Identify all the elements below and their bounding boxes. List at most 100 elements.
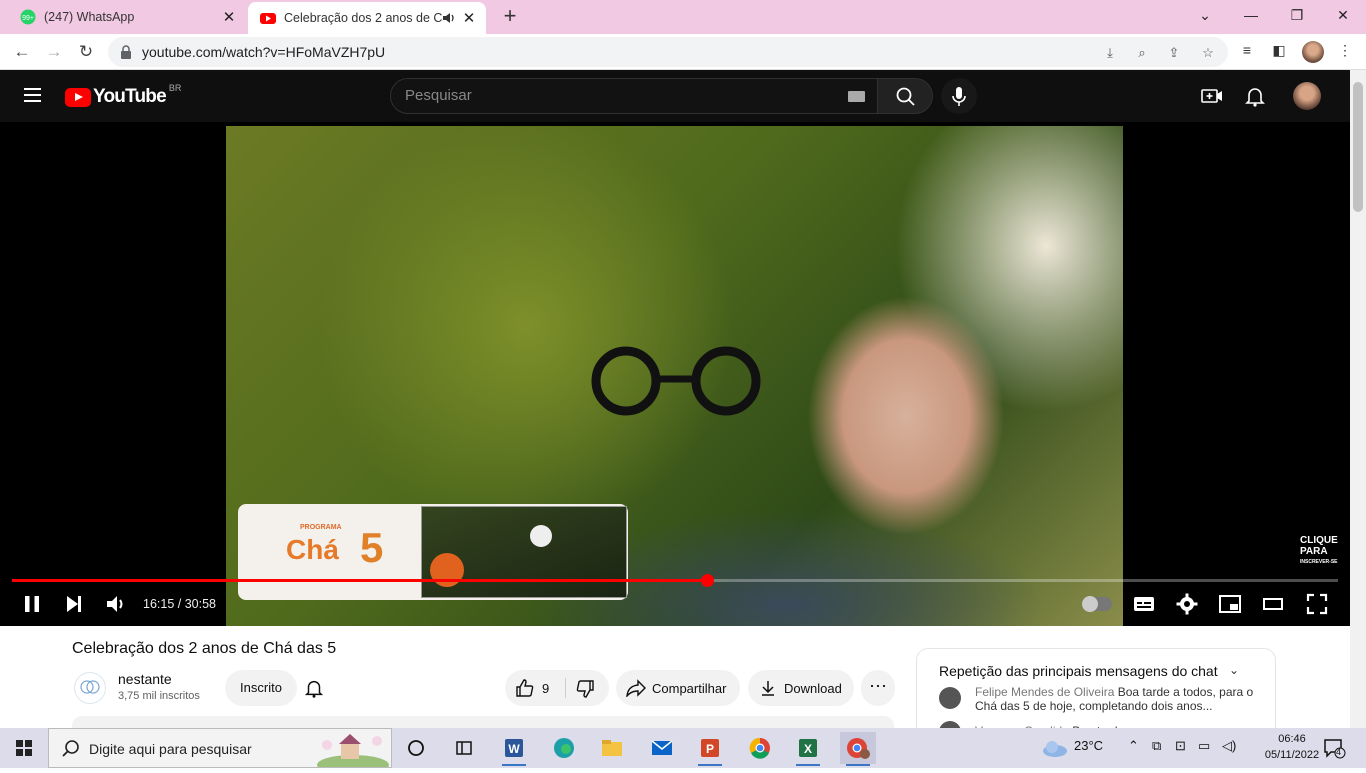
battery-icon[interactable]: ▭ (1198, 738, 1210, 754)
chrome-profile-icon[interactable] (840, 732, 876, 766)
account-avatar[interactable] (1293, 82, 1321, 110)
notification-bell-icon[interactable] (303, 677, 325, 699)
tab-youtube[interactable]: Celebração dos 2 anos de Chá das 5 ✕ (248, 2, 486, 34)
keyboard-icon[interactable] (848, 91, 865, 102)
notifications-bell-icon[interactable] (1243, 84, 1267, 108)
youtube-header: YouTube BR (0, 70, 1350, 122)
start-button[interactable] (0, 728, 48, 768)
profile-avatar[interactable] (1302, 41, 1324, 63)
word-app-icon[interactable]: W (496, 732, 532, 766)
reload-button[interactable]: ↻ (72, 38, 100, 66)
youtube-logo[interactable]: YouTube BR (65, 83, 181, 108)
search-icon (62, 740, 79, 757)
youtube-play-icon (65, 87, 91, 107)
install-app-icon[interactable]: ⤓ (1100, 43, 1120, 63)
chevron-down-icon[interactable]: ⌄ (1229, 663, 1239, 677)
tab-title: (247) WhatsApp (44, 10, 135, 24)
share-icon[interactable]: ⇪ (1164, 43, 1184, 63)
mail-icon[interactable] (644, 732, 680, 764)
browser-toolbar: ← → ↻ youtube.com/watch?v=HFoMaVZH7pU ⤓ … (0, 34, 1366, 70)
dislike-icon[interactable] (575, 679, 595, 699)
powerpoint-app-icon[interactable]: P (692, 732, 728, 766)
edge-browser-icon[interactable] (546, 732, 582, 764)
page-scrollbar[interactable] (1350, 70, 1366, 728)
excel-app-icon[interactable]: X (790, 732, 826, 766)
minimize-button[interactable]: — (1228, 0, 1274, 30)
meet-icon[interactable]: ⧉ (1152, 738, 1161, 754)
download-button[interactable]: Download (748, 670, 854, 706)
network-icon[interactable]: ⊡ (1175, 738, 1186, 754)
like-count: 9 (542, 681, 550, 696)
theater-mode-icon[interactable] (1261, 592, 1285, 616)
channel-logo-icon (80, 680, 100, 694)
file-explorer-icon[interactable] (594, 732, 630, 764)
like-icon[interactable] (515, 678, 535, 698)
close-tab-icon[interactable]: ✕ (220, 8, 238, 26)
like-dislike-group: 9 (505, 670, 609, 706)
system-clock[interactable]: 06:46 05/11/2022 (1262, 731, 1322, 763)
search-box (390, 78, 878, 114)
whatsapp-icon: 99+ (20, 9, 36, 25)
time-display: 16:15 / 30:58 (143, 597, 216, 611)
settings-gear-icon[interactable] (1175, 592, 1199, 616)
new-tab-button[interactable]: + (497, 4, 523, 30)
download-icon (762, 681, 774, 696)
subscribed-button[interactable]: Inscrito (225, 670, 297, 706)
close-window-button[interactable]: ✕ (1320, 0, 1366, 30)
media-control-icon[interactable]: ≡ (1236, 42, 1258, 64)
chat-header[interactable]: Repetição das principais mensagens do ch… (939, 663, 1218, 679)
pause-icon[interactable] (20, 592, 44, 616)
windows-taskbar: Digite aqui para pesquisar W P X 23°C ⌃ … (0, 728, 1366, 768)
taskbar-search[interactable]: Digite aqui para pesquisar (48, 728, 392, 768)
forward-button[interactable]: → (40, 38, 68, 66)
overlay-camera-thumb (421, 506, 627, 598)
scrubber-handle[interactable] (700, 574, 714, 587)
subtitles-icon[interactable] (1132, 592, 1156, 616)
subscriber-count: 3,75 mil inscritos (118, 690, 200, 702)
voice-search-button[interactable] (941, 78, 977, 114)
miniplayer-icon[interactable] (1218, 592, 1242, 616)
restore-button[interactable]: ❐ (1274, 0, 1320, 30)
search-input[interactable] (405, 87, 825, 104)
youtube-icon (260, 13, 276, 24)
share-button[interactable]: Compartilhar (616, 670, 740, 706)
tab-search-icon[interactable]: ⌄ (1182, 0, 1228, 30)
url-text: youtube.com/watch?v=HFoMaVZH7pU (142, 44, 386, 60)
chrome-icon[interactable] (742, 732, 778, 764)
tab-whatsapp[interactable]: 99+ (247) WhatsApp ✕ (8, 0, 246, 34)
bookmark-star-icon[interactable]: ☆ (1198, 43, 1218, 63)
chat-message: Felipe Mendes de Oliveira Boa tarde a to… (975, 685, 1254, 713)
search-highlight-illustration (317, 734, 389, 767)
volume-icon[interactable] (104, 592, 128, 616)
next-video-icon[interactable] (62, 592, 86, 616)
chrome-menu-icon[interactable]: ⋮ (1334, 42, 1356, 64)
more-actions-button[interactable]: ⋯ (861, 670, 895, 706)
weather-cloud-icon[interactable] (1040, 739, 1070, 757)
close-tab-icon[interactable]: ✕ (460, 9, 478, 27)
video-title: Celebração dos 2 anos de Chá das 5 (72, 640, 337, 657)
channel-name[interactable]: nestante (118, 671, 172, 687)
zoom-icon[interactable]: ⌕ (1132, 43, 1152, 63)
volume-tray-icon[interactable]: ◁) (1222, 738, 1236, 754)
svg-text:99+: 99+ (22, 15, 34, 22)
address-bar[interactable]: youtube.com/watch?v=HFoMaVZH7pU ⤓ ⌕ ⇪ ☆ (108, 37, 1228, 67)
show-hidden-icons[interactable]: ⌃ (1128, 738, 1139, 754)
subscribe-watermark[interactable]: CLIQUE PARA INSCREVER-SE (1300, 535, 1338, 568)
channel-avatar[interactable] (74, 672, 106, 704)
back-button[interactable]: ← (8, 38, 36, 66)
autoplay-toggle[interactable] (1082, 596, 1112, 612)
notification-center-icon[interactable]: 4 (1322, 737, 1346, 759)
windows-logo-icon (16, 740, 32, 756)
fullscreen-icon[interactable] (1305, 592, 1329, 616)
weather-temperature[interactable]: 23°C (1074, 738, 1103, 753)
task-view-icon[interactable] (398, 732, 434, 764)
search-icon (896, 87, 915, 106)
audio-playing-icon[interactable] (442, 11, 456, 25)
progress-bar[interactable] (12, 574, 1338, 587)
search-button[interactable] (877, 78, 933, 114)
side-panel-icon[interactable]: ◧ (1268, 42, 1290, 64)
progress-played (12, 579, 707, 582)
widgets-icon[interactable] (446, 732, 482, 764)
menu-icon[interactable] (24, 88, 41, 102)
create-video-icon[interactable] (1200, 84, 1224, 108)
